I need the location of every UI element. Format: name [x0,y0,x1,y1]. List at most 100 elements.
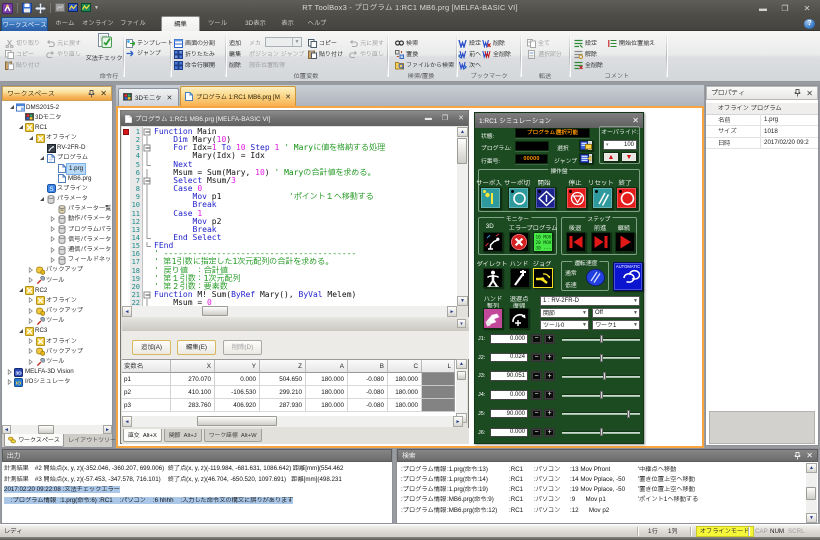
editor-close-icon[interactable]: ✕ [458,116,464,122]
pendant-button-サーボ切[interactable] [508,187,529,209]
table-cell-name[interactable]: p1 [122,373,171,386]
expander-closed-icon[interactable] [28,359,35,366]
tree-item-バックアップ[interactable]: バックアップ [2,306,112,316]
tree-item-ツール[interactable]: ツール [2,276,112,286]
pendant-button-エラー[interactable] [509,232,529,252]
scroll-left-icon[interactable]: ◄ [122,306,132,317]
override-down-button[interactable]: ▼ [621,152,637,162]
qat-dropdown-icon[interactable]: ▼ [94,5,99,11]
expander-closed-icon[interactable] [28,338,35,345]
scroll-down-icon[interactable]: ▼ [806,513,817,523]
tree-item-MB6.prg[interactable]: MB6.prg [2,174,112,184]
ribbon-tab-オンライン[interactable]: オンライン [82,16,114,31]
tree-item-オフライン[interactable]: オフライン [2,133,112,143]
ribbon-button-削除[interactable]: 削除 [229,60,241,70]
expander-closed-icon[interactable] [50,257,57,264]
table-header-Y[interactable]: Y [215,360,260,373]
move-icon[interactable] [35,3,46,14]
close-button[interactable]: ✕ [800,4,814,13]
joint-minus-J1:[interactable]: − [531,334,542,344]
doc-tab-program[interactable]: プログラム 1:RC1 MB6.prg [MELF... ✕ [180,86,296,106]
table-cell[interactable] [422,399,455,412]
tree-item-オフライン[interactable]: オフライン [2,296,112,306]
ribbon-button-解除[interactable]: 解除 [574,49,597,59]
table-horizontal-scrollbar[interactable]: ◄ ► [122,416,463,427]
editor-minimize-icon[interactable]: ▬ [425,116,432,122]
expander-closed-icon[interactable] [50,247,57,254]
joint-plus-J2:[interactable]: + [544,353,555,363]
table-cell[interactable]: 180.000 [388,386,422,399]
joint-minus-J6:[interactable]: − [531,428,542,438]
table-cell[interactable]: 299.210 [260,386,306,399]
ribbon-button-設定[interactable]: 設定 [458,38,481,48]
joint-value-J3:[interactable]: 90.051 [490,371,528,381]
pendant-button-リセット[interactable] [592,187,613,209]
scroll-left-icon[interactable]: ◄ [2,425,11,434]
expander-closed-icon[interactable] [28,348,35,355]
expander-closed-icon[interactable] [28,318,35,325]
table-cell[interactable]: 180.000 [388,373,422,386]
tree-item-ツール[interactable]: ツール [2,357,112,367]
table-header-L[interactable]: L [422,360,455,373]
scroll-left-icon[interactable]: ◄ [122,416,132,427]
save-icon[interactable] [22,3,32,13]
table-cell[interactable]: 283.760 [171,399,215,412]
expander-closed-icon[interactable] [28,308,35,315]
table-header-Z[interactable]: Z [260,360,306,373]
close-tab-icon[interactable]: ✕ [285,93,291,101]
ribbon-tab-表示[interactable]: 表示 [276,16,299,31]
pendant-button-停止[interactable] [566,187,587,209]
joint-slider-thumb[interactable] [627,410,630,418]
expander-open-icon[interactable] [9,104,16,111]
scrollbar-thumb[interactable] [457,371,466,380]
output-line[interactable]: 計測結果 #2 開始点(x, y, z)(-352.046, -360.207,… [4,464,392,474]
pin-icon[interactable] [88,90,95,98]
table-cell[interactable]: 180.000 [306,373,348,386]
tree-item-ツール[interactable]: ツール [2,316,112,326]
expander-closed-icon[interactable] [28,277,35,284]
table-cell[interactable]: 270.070 [171,373,215,386]
editor-button-追加(A)[interactable]: 追加(A) [132,340,171,355]
tree-item-3Dモニタ[interactable]: 3Dモニタ [2,113,112,123]
ribbon-button-編集[interactable]: 編集 [229,49,241,59]
pendant-button-retract[interactable] [509,308,529,329]
doc-tab-3d-monitor[interactable]: 3Dモニタ ✕ [118,88,179,106]
table-header-B[interactable]: B [348,360,388,373]
pendant-button-ダイレクト[interactable] [483,268,503,288]
tree-item-バックアップ[interactable]: バックアップ [2,265,112,275]
property-value[interactable]: 2017/02/20 09:2 [761,139,818,146]
search-result-row[interactable]: :プログラム情報:1.prg(命令:19):RC1:パソコン:19 Mov Pp… [397,485,805,495]
expander-open-icon[interactable] [18,124,25,131]
table-header-X[interactable]: X [171,360,215,373]
table-cell[interactable]: -106.530 [215,386,260,399]
tree-item-I/Oシミュレータ[interactable]: IOI/Oシミュレータ [2,377,112,387]
table-cell[interactable]: 287.930 [260,399,306,412]
tree-item-信号パラメータ[interactable]: 信号パラメータ [2,235,112,245]
expander-open-icon[interactable] [18,328,25,335]
editor-splitter[interactable]: ▾ [122,317,469,331]
tree-item-RC1[interactable]: RC1 [2,123,112,133]
expander-open-icon[interactable] [18,287,25,294]
search-vertical-scrollbar[interactable]: ▲ ▼ [806,463,817,523]
scrollbar-thumb[interactable] [197,416,277,426]
ribbon-tab-ファイル[interactable]: ファイル [119,16,147,31]
pendant-button-終了[interactable] [616,187,637,209]
ribbon-tab-編集[interactable]: 編集 [161,16,200,31]
property-value[interactable]: 1018 [761,128,818,135]
coord-tab-ワーク座標 Alt+W[interactable]: ワーク座標 Alt+W [204,429,262,442]
expander-closed-icon[interactable] [7,379,14,386]
property-value[interactable]: 1.prg [761,116,818,123]
output-line[interactable]: :プログラム情報 :1.prg(命令:6) :RC1 :パソコン :6 hhhh… [4,496,392,506]
scroll-right-icon[interactable]: ► [447,306,457,317]
ribbon-button-全削除[interactable]: 全削除 [482,49,511,59]
joint-slider-thumb[interactable] [600,391,603,399]
table-vertical-scrollbar[interactable]: ▲ ▼ [456,359,467,423]
joint-plus-J1:[interactable]: + [544,334,555,344]
automatic-button[interactable]: AUTOMATIC [613,262,643,291]
ribbon-button-追加[interactable]: 追加 [229,38,241,48]
joint-minus-J2:[interactable]: − [531,353,542,363]
tree-item-RV-2FR-D[interactable]: RV-2FR-D [2,143,112,153]
joint-value-J6:[interactable]: 0.000 [490,428,528,438]
tree-item-パラメータ一覧[interactable]: パラメータ一覧 [2,204,112,214]
tree-item-通信パラメータ[interactable]: 通信パラメータ [2,245,112,255]
